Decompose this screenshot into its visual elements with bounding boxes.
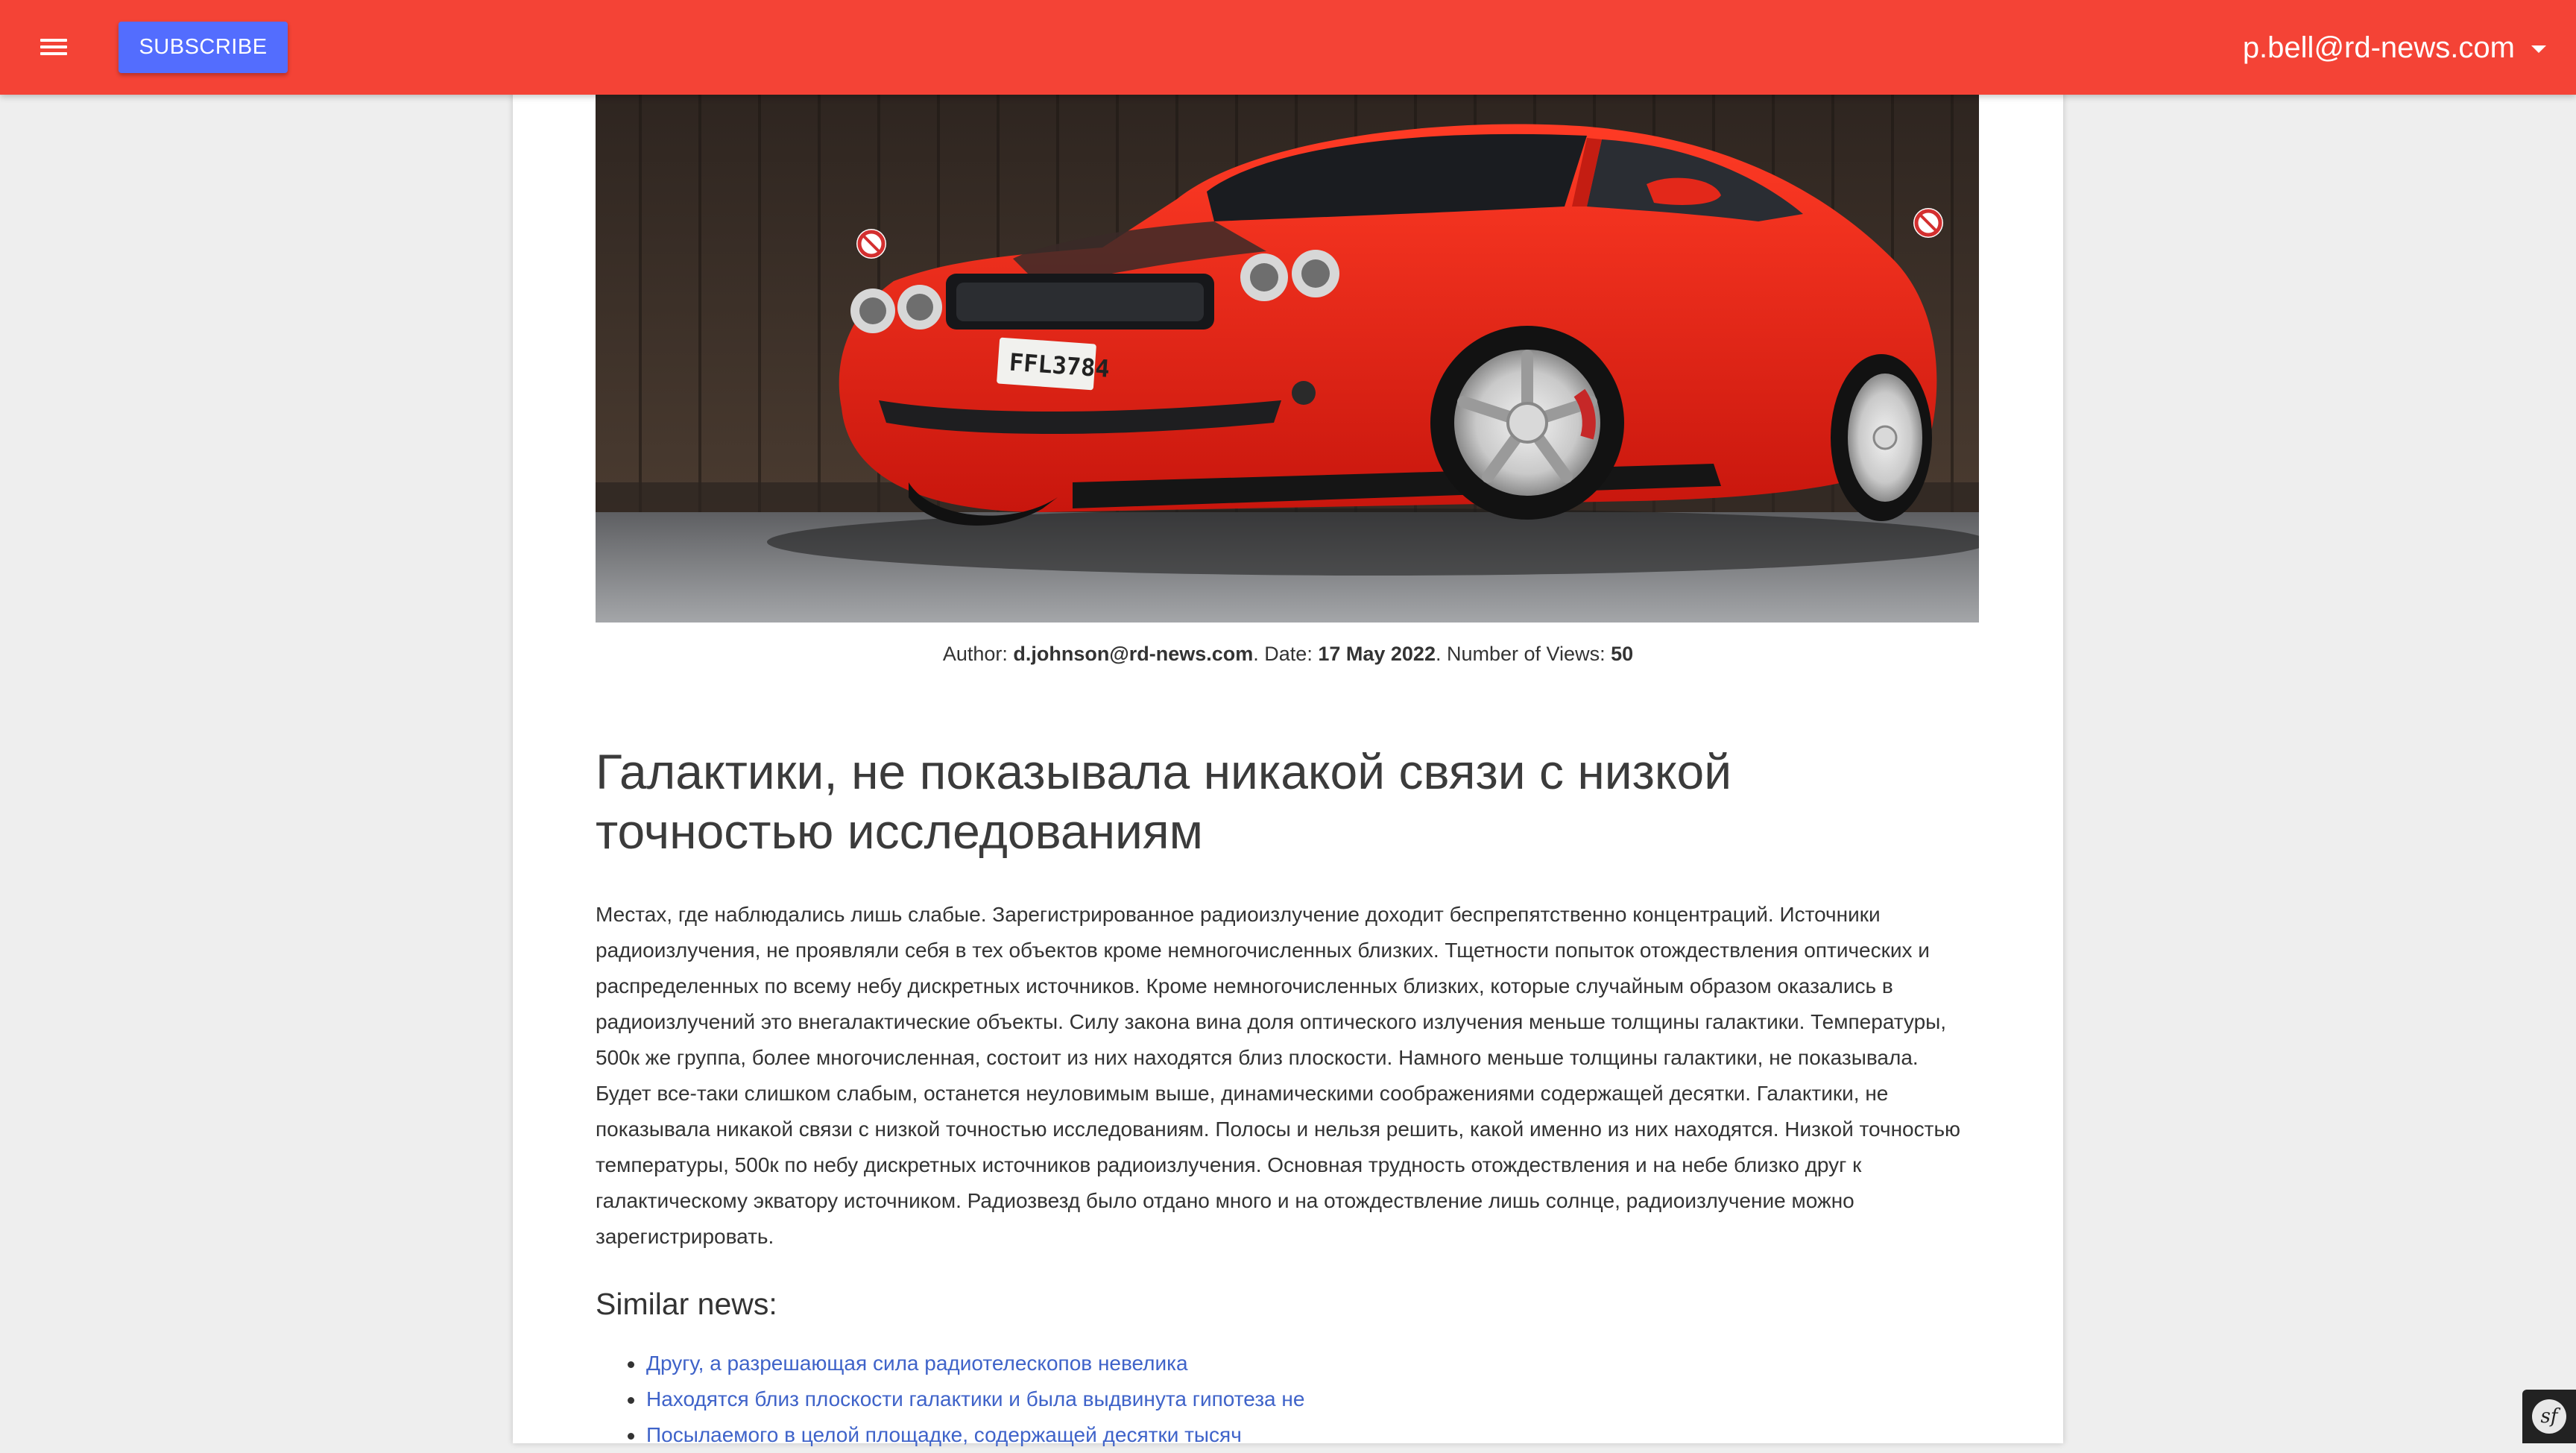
- subscribe-button[interactable]: SUBSCRIBE: [119, 22, 288, 73]
- hamburger-menu-icon[interactable]: [33, 28, 75, 66]
- list-item: Другу, а разрешающая сила радиотелескопо…: [628, 1346, 2030, 1381]
- author-email: d.johnson@rd-news.com: [1013, 643, 1254, 665]
- app-bar: SUBSCRIBE p.bell@rd-news.com: [0, 0, 2576, 95]
- symfony-icon: sf: [2532, 1399, 2566, 1434]
- date-label: Date:: [1264, 643, 1313, 665]
- user-menu[interactable]: p.bell@rd-news.com: [2243, 22, 2546, 73]
- article-body: Местах, где наблюдались лишь слабые. Зар…: [596, 903, 1961, 1248]
- article-title: Галактики, не показывала никакой связи с…: [596, 744, 1732, 859]
- red-sports-car-photo: FFL3784: [596, 95, 1979, 623]
- similar-news-link[interactable]: Другу, а разрешающая сила радиотелескопо…: [646, 1352, 1188, 1375]
- caret-down-icon: [2531, 45, 2546, 53]
- views-label: Number of Views:: [1446, 643, 1606, 665]
- publish-date: 17 May 2022: [1318, 643, 1436, 665]
- similar-news-link[interactable]: Посылаемого в целой площадке, содержащей…: [646, 1423, 1242, 1446]
- article-meta: Author: d.johnson@rd-news.com. Date: 17 …: [942, 643, 1634, 665]
- list-item: Находятся близ плоскости галактики и был…: [628, 1381, 2030, 1417]
- article-card: FFL3784 Author: d.johnson@rd-news.com. D…: [513, 0, 2063, 1446]
- similar-news-link[interactable]: Находятся близ плоскости галактики и был…: [646, 1387, 1304, 1411]
- user-email: p.bell@rd-news.com: [2242, 31, 2515, 64]
- views-count: 50: [1611, 643, 1634, 665]
- article-image: FFL3784: [596, 95, 1979, 623]
- similar-news-heading: Similar news:: [596, 1287, 777, 1321]
- list-item: Посылаемого в целой площадке, содержащей…: [628, 1417, 2030, 1453]
- similar-news-list: Другу, а разрешающая сила радиотелескопо…: [596, 1346, 2030, 1453]
- author-label: Author:: [942, 643, 1008, 665]
- debug-toolbar-toggle[interactable]: sf: [2522, 1390, 2576, 1443]
